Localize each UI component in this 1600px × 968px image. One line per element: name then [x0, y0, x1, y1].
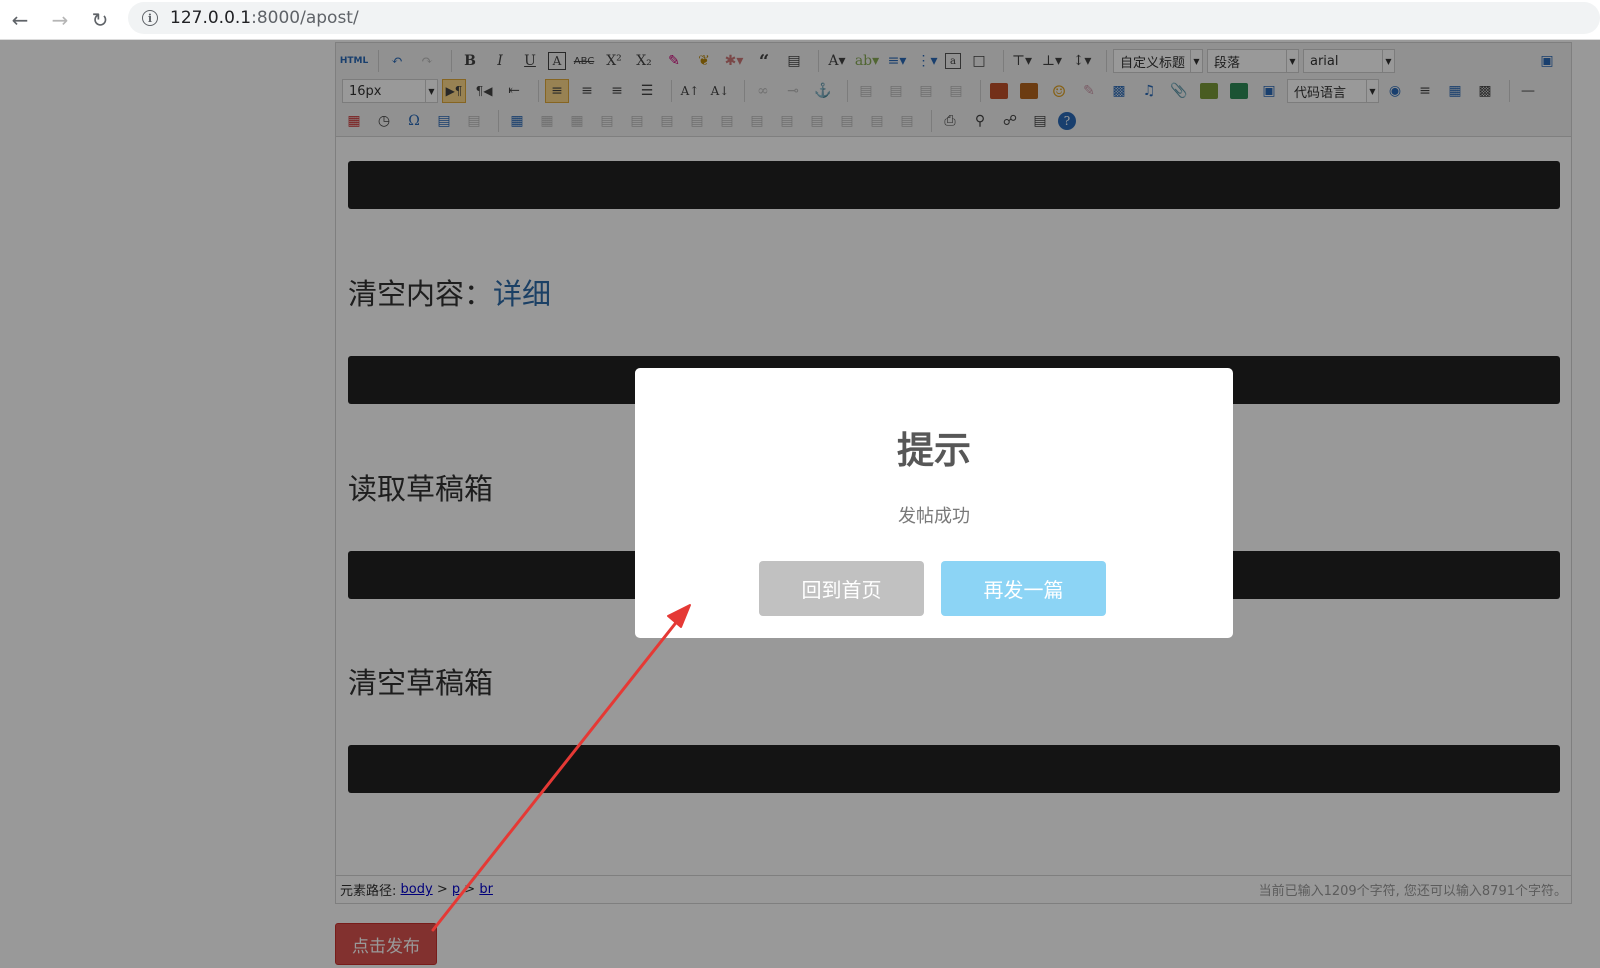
info-icon[interactable]: i [142, 10, 158, 26]
reload-icon[interactable]: ↻ [80, 0, 120, 40]
forward-icon[interactable]: → [40, 0, 80, 40]
back-home-button[interactable]: 回到首页 [759, 561, 924, 616]
address-bar[interactable]: i 127.0.0.1:8000/apost/ [128, 2, 1600, 34]
browser-toolbar: ← → ↻ i 127.0.0.1:8000/apost/ [0, 0, 1600, 40]
back-icon[interactable]: ← [0, 0, 40, 40]
dialog-title: 提示 [897, 429, 971, 472]
url-host: 127.0.0.1 [170, 8, 252, 28]
alert-dialog: 提示 发帖成功 回到首页 再发一篇 [635, 368, 1233, 638]
dialog-message: 发帖成功 [898, 506, 970, 527]
url-path: :8000/apost/ [251, 8, 359, 28]
post-again-button[interactable]: 再发一篇 [941, 561, 1106, 616]
